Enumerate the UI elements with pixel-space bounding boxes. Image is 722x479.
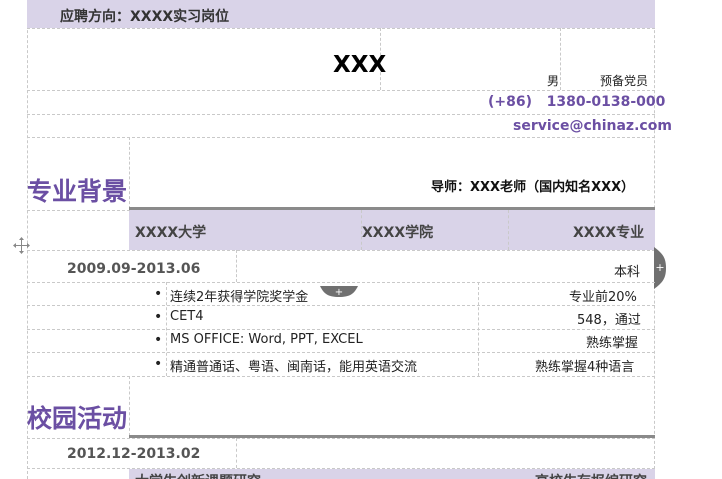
advisor-text: 导师：XXX老师（国内知名XXX） [431,180,635,195]
education-item-1-value: 专业前20% [569,290,637,305]
education-item-3-value: 熟练掌握 [586,336,639,351]
campus-row-left: 大学生创新课题研究 [135,471,261,479]
education-period: 2009.09-2013.06 [67,261,201,277]
add-column-handle[interactable]: + [654,247,666,289]
add-row-handle[interactable]: + [320,282,358,298]
education-section-title: 专业背景 [27,177,128,206]
phone-number: (+86) 1380-0138-000 [488,94,666,110]
degree-text: 本科 [614,265,641,280]
campus-period: 2012.12-2013.02 [67,446,201,462]
college-name: XXXX学院 [362,225,434,241]
education-item-1: 连续2年获得学院奖学金 [154,286,308,305]
education-item-4: 精通普通话、粤语、闽南话，能用英语交流 [154,356,417,375]
campus-band: 大学生创新课题研究 高校生存报编研究 [129,469,655,479]
move-cross-icon[interactable] [13,237,30,254]
education-item-3: MS OFFICE: Word, PPT, EXCEL [154,332,363,348]
plus-icon: + [655,261,664,274]
candidate-name: XXX [333,52,387,78]
major-name: XXXX专业 [573,225,645,241]
plus-icon: + [335,287,343,297]
campus-section-title: 校园活动 [27,404,128,433]
education-item-4-value: 熟练掌握4种语言 [535,360,635,375]
email-address: service@chinaz.com [513,118,672,134]
university-name: XXXX大学 [135,225,207,241]
education-item-2: CET4 [154,309,203,325]
political-status-text: 预备党员 [600,74,649,88]
education-item-2-value: 548，通过 [577,313,641,328]
campus-row-right: 高校生存报编研究 [535,471,647,479]
applying-direction: 应聘方向：XXXX实习岗位 [60,9,230,25]
gender-text: 男 [547,74,560,88]
